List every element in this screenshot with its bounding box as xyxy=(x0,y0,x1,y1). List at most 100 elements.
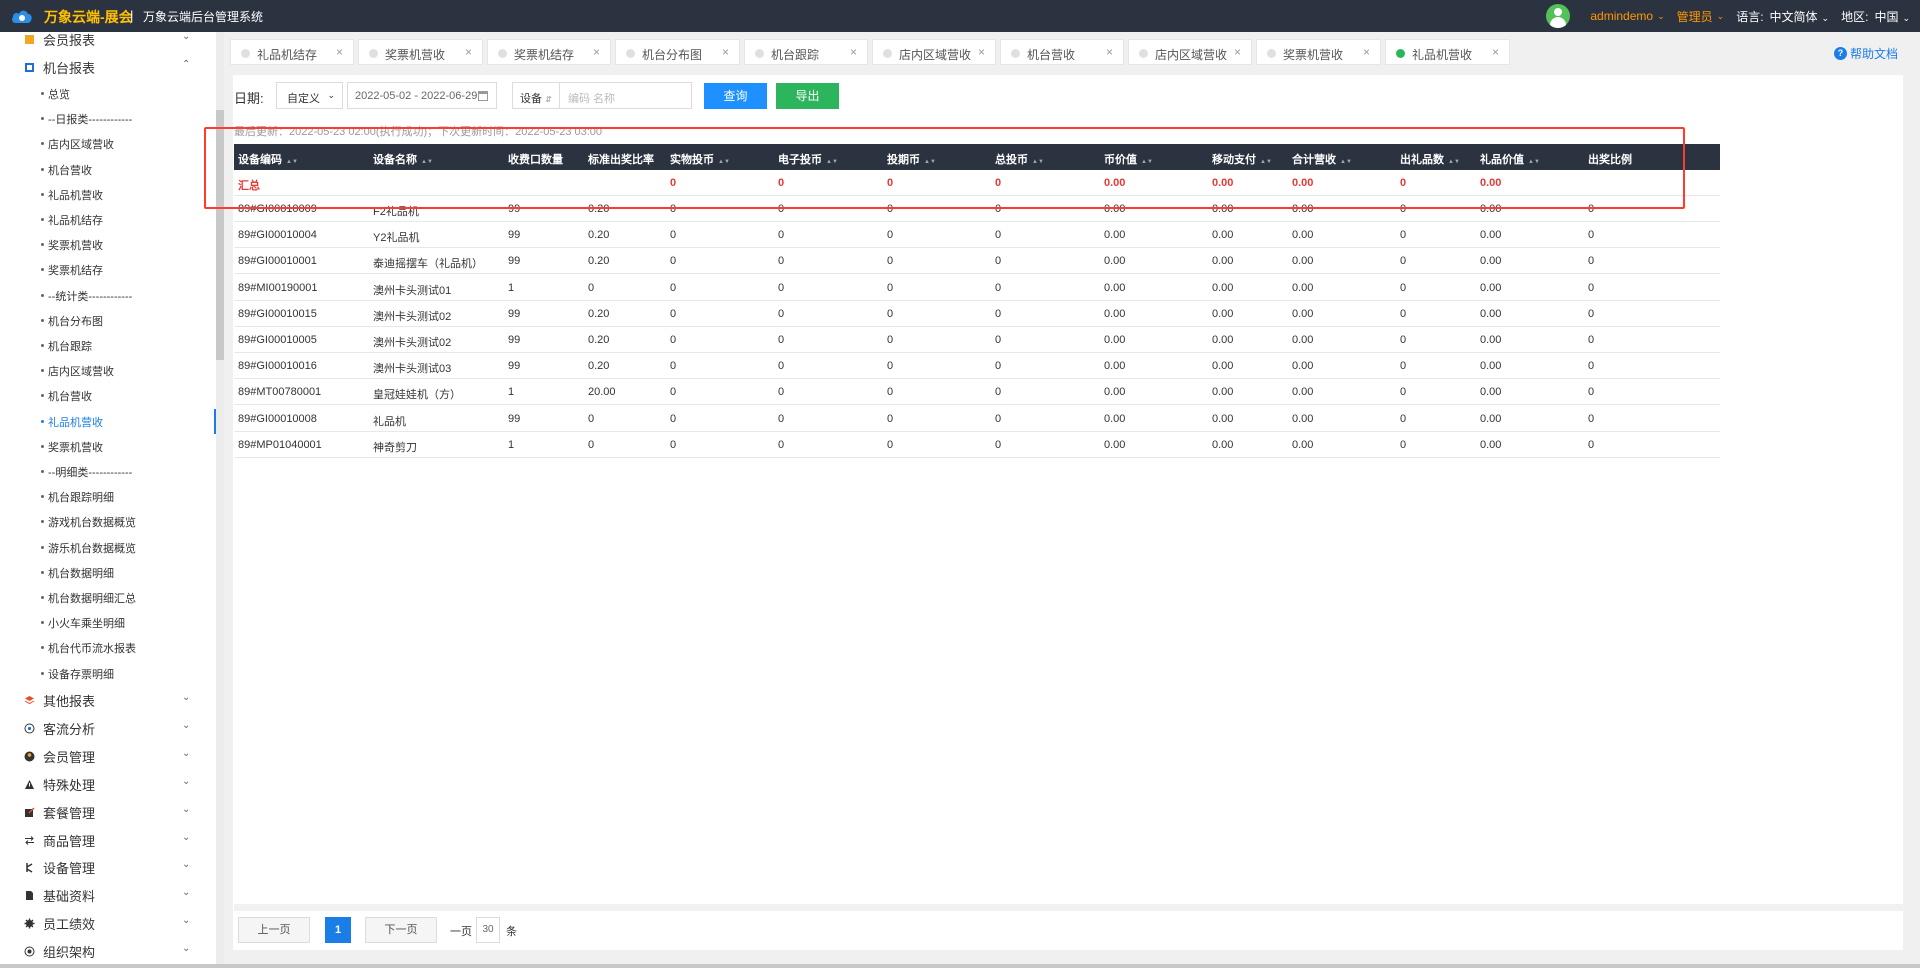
next-page-button[interactable]: 下一页 xyxy=(365,917,437,943)
tab-label: 店内区域营收 xyxy=(899,48,972,62)
page-number-current[interactable]: 1 xyxy=(325,917,351,943)
sidebar-group[interactable]: 组织架构 ⌄ xyxy=(0,937,216,963)
close-icon[interactable]: × xyxy=(1492,45,1499,59)
close-icon[interactable]: × xyxy=(593,45,600,59)
sidebar-group[interactable]: 特殊处理 ⌄ xyxy=(0,770,216,796)
region-dropdown[interactable]: 中国 ⌄ xyxy=(1874,8,1910,25)
sidebar-subitem[interactable]: 店内区域营收 xyxy=(0,358,216,383)
tab-item[interactable]: 礼品机结存 × xyxy=(230,39,354,65)
tab-item[interactable]: 奖票机结存 × xyxy=(487,39,611,65)
target-icon xyxy=(24,722,35,734)
sidebar-subitem[interactable]: 机台分布图 xyxy=(0,308,216,333)
close-icon[interactable]: × xyxy=(722,45,729,59)
close-icon[interactable]: × xyxy=(1363,45,1370,59)
sidebar-subitem[interactable]: 小火车乘坐明细 xyxy=(0,610,216,635)
close-icon[interactable]: × xyxy=(1106,45,1113,59)
sidebar-group[interactable]: 套餐管理 ⌄ xyxy=(0,798,216,824)
role: 管理员 xyxy=(1676,9,1713,24)
sidebar-group[interactable]: 设备管理 ⌄ xyxy=(0,853,216,879)
tab-active[interactable]: 礼品机营收 × xyxy=(1385,39,1510,65)
table-cell: 0 xyxy=(887,360,894,373)
table-cell: 0 xyxy=(1588,281,1595,294)
sidebar-group[interactable]: 商品管理 ⌄ xyxy=(0,826,216,852)
close-icon[interactable]: × xyxy=(1234,45,1241,59)
username: admindemo xyxy=(1590,9,1654,23)
date-range-input[interactable]: 2022-05-02 - 2022-06-29 xyxy=(347,82,497,109)
sidebar-group[interactable]: 员工绩效 ⌄ xyxy=(0,909,216,935)
tab-item[interactable]: 店内区域营收 × xyxy=(872,39,996,65)
table-cell: 0 xyxy=(1400,307,1407,320)
table-row: 89#MI00190001 澳州卡头测试01 1 0 0 0 0 0 0.00 0.00 0.00 0… xyxy=(234,275,1720,301)
table-cell: 皇冠娃娃机（方） xyxy=(373,389,461,402)
sidebar-subitem[interactable]: 总览 xyxy=(0,81,216,106)
sidebar-subitem[interactable]: 设备存票明细 xyxy=(0,661,216,686)
sidebar-subitem[interactable]: 礼品机营收 xyxy=(0,182,216,207)
device-select[interactable]: 设备 ⇵ xyxy=(512,82,560,109)
chevron-down-icon: ⌄ xyxy=(182,719,191,731)
sidebar-subitem[interactable]: 礼品机结存 xyxy=(0,207,216,232)
language-dropdown[interactable]: 中文简体 ⌄ xyxy=(1770,8,1830,25)
avatar[interactable] xyxy=(1546,4,1571,28)
sidebar-subitem[interactable]: --日报类------------ xyxy=(0,106,216,131)
sidebar-subitem[interactable]: 机台营收 xyxy=(0,383,216,408)
help-link[interactable]: ? 帮助文档 xyxy=(1833,45,1898,62)
tab-bar: 礼品机结存 × 奖票机营收 × 奖票机结存 × 机台分布图 × 机台跟踪 × 店内区域营收 × 机台营收… xyxy=(230,38,1910,66)
close-icon[interactable]: × xyxy=(978,45,985,59)
tab-label: 礼品机结存 xyxy=(257,48,318,62)
horizontal-scrollbar[interactable] xyxy=(234,904,1904,911)
sidebar-subitem[interactable]: 游戏机台数据概览 xyxy=(0,509,216,534)
table-cell: 0.00 xyxy=(1480,307,1502,320)
tab-item[interactable]: 机台营收 × xyxy=(1000,39,1124,65)
sidebar-group[interactable]: 客流分析 ⌄ xyxy=(0,714,216,740)
close-icon[interactable]: × xyxy=(336,45,343,59)
tab-item[interactable]: 店内区域营收 × xyxy=(1128,39,1252,65)
query-button[interactable]: 查询 xyxy=(704,83,767,109)
sidebar-group[interactable]: 机台报表 ⌃ xyxy=(0,53,216,79)
close-icon[interactable]: × xyxy=(850,45,857,59)
page-size-input[interactable]: 30 xyxy=(476,917,500,943)
sidebar-subitem[interactable]: 礼品机营收 xyxy=(0,408,216,434)
sidebar-subitem[interactable]: 奖票机营收 xyxy=(0,232,216,257)
sidebar-subitem-label: --统计类------------ xyxy=(48,290,133,303)
role-dropdown[interactable]: 管理员 ⌄ xyxy=(1677,8,1725,25)
sidebar-subitem[interactable]: --明细类------------ xyxy=(0,459,216,484)
table-cell: 0 xyxy=(887,255,894,268)
prev-page-button[interactable]: 上一页 xyxy=(238,917,310,943)
sidebar-group[interactable]: 其他报表 ⌄ xyxy=(0,686,216,712)
pagination: 上一页 1 下一页 一页 30 条 xyxy=(238,917,638,943)
bullet-icon xyxy=(41,545,44,549)
sidebar-subitem[interactable]: 机台营收 xyxy=(0,157,216,182)
help-label: 帮助文档 xyxy=(1849,47,1898,61)
sidebar-subitem[interactable]: 机台数据明细 xyxy=(0,560,216,585)
username-dropdown[interactable]: admindemo ⌄ xyxy=(1590,9,1664,23)
sidebar-group[interactable]: 会员管理 ⌄ xyxy=(0,742,216,768)
sidebar-subitem[interactable]: 机台跟踪 xyxy=(0,333,216,358)
date-mode-value: 自定义 xyxy=(287,93,320,105)
sidebar-group-label: 会员管理 xyxy=(43,749,96,765)
sidebar-group[interactable]: 会员报表 ⌄ xyxy=(0,32,216,51)
tab-item[interactable]: 奖票机营收 × xyxy=(1256,39,1381,65)
tab-item[interactable]: 奖票机营收 × xyxy=(358,39,483,65)
date-mode-select[interactable]: 自定义 ⌄ xyxy=(276,82,343,109)
sidebar-subitem-label: --日报类------------ xyxy=(48,114,133,127)
sidebar-subitem[interactable]: --统计类------------ xyxy=(0,283,216,308)
close-icon[interactable]: × xyxy=(465,45,472,59)
date-label: 日期: xyxy=(234,91,264,106)
sidebar-group[interactable]: 基础资料 ⌄ xyxy=(0,881,216,907)
sidebar-subitem[interactable]: 奖票机营收 xyxy=(0,434,216,459)
sidebar-subitem[interactable]: 游乐机台数据概览 xyxy=(0,535,216,560)
sidebar-subitem[interactable]: 奖票机结存 xyxy=(0,257,216,282)
top-bar: 万象云端-展会 | 万象云端后台管理系统 admindemo ⌄ 管理员 ⌄ 语言:… xyxy=(0,0,1920,32)
table-cell: 89#MP01040001 xyxy=(238,438,322,451)
sidebar-subitem[interactable]: 机台跟踪明细 xyxy=(0,484,216,509)
sidebar-subitem[interactable]: 机台数据明细汇总 xyxy=(0,585,216,610)
table-cell: 0 xyxy=(887,412,894,425)
sidebar-subitem[interactable]: 机台代币流水报表 xyxy=(0,635,216,660)
tab-label: 机台营收 xyxy=(1027,48,1076,62)
tab-label: 奖票机营收 xyxy=(385,48,446,62)
sidebar-subitem[interactable]: 店内区域营收 xyxy=(0,131,216,156)
export-button[interactable]: 导出 xyxy=(776,83,839,109)
tab-item[interactable]: 机台跟踪 × xyxy=(744,39,868,65)
device-search-input[interactable]: 编码 名称 xyxy=(560,82,692,109)
tab-item[interactable]: 机台分布图 × xyxy=(615,39,740,65)
